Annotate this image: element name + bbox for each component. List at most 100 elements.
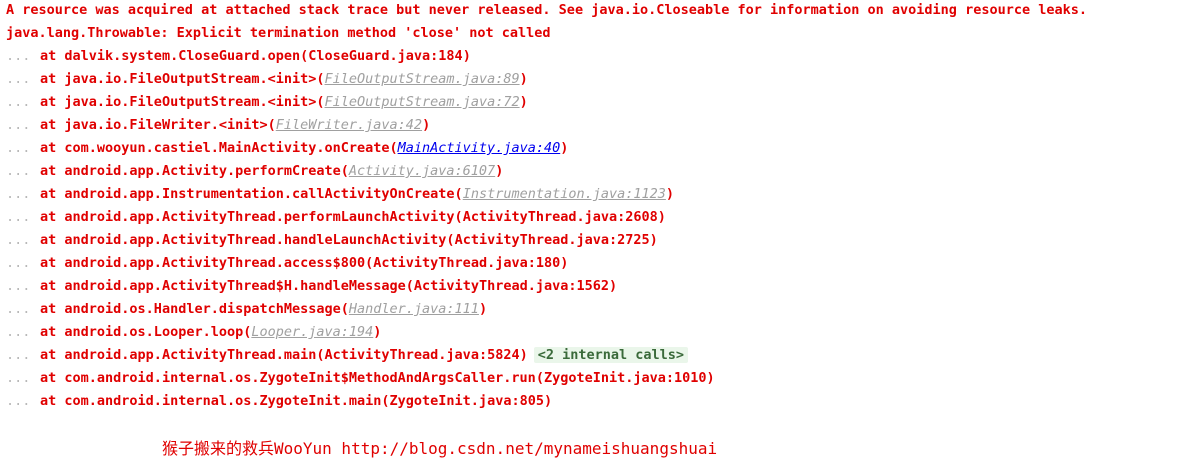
fold-marker[interactable]: ... [6,253,40,273]
source-location: ActivityThread.java:180 [373,255,561,271]
frame-open-paren: ( [340,163,349,179]
frame-open-paren: ( [405,278,414,294]
at-keyword: at [40,324,57,340]
source-location-link[interactable]: MainActivity.java:40 [398,140,561,156]
stack-frame: ... at android.app.Instrumentation.callAc… [6,184,674,204]
frame-close-paren: ) [649,232,658,248]
frame-method: java.io.FileOutputStream.<init> [64,71,317,87]
exception-message: java.lang.Throwable: Explicit terminatio… [6,25,551,41]
source-location-link[interactable]: Handler.java:111 [349,301,479,317]
at-keyword: at [40,232,57,248]
frame-open-paren: ( [316,94,325,110]
fold-marker[interactable]: ... [6,391,40,411]
stack-frame: ... at android.app.ActivityThread$H.handl… [6,276,617,296]
console-output: A resource was acquired at attached stac… [0,0,1194,420]
watermark: 猴子搬来的救兵WooYun http://blog.csdn.net/mynam… [162,439,718,458]
stack-frame: ... at java.io.FileWriter.<init>(FileWrit… [6,115,430,135]
frame-open-paren: ( [535,370,544,386]
source-location-link[interactable]: Activity.java:6107 [349,163,495,179]
fold-marker[interactable]: ... [6,230,40,250]
frame-method: com.wooyun.castiel.MainActivity.onCreate [64,140,390,156]
source-location: ActivityThread.java:2725 [454,232,650,248]
frame-close-paren: ) [519,347,528,363]
frame-open-paren: ( [446,232,455,248]
frame-method: java.io.FileOutputStream.<init> [64,94,317,110]
source-location: ZygoteInit.java:805 [389,393,544,409]
fold-marker[interactable]: ... [6,299,40,319]
internal-calls-toggle[interactable]: <2 internal calls> [533,347,689,363]
resource-leak-header: A resource was acquired at attached stac… [6,2,1087,18]
frame-open-paren: ( [389,140,398,156]
frame-method: android.app.ActivityThread.handleLaunchA… [64,232,447,248]
fold-marker[interactable]: ... [6,322,40,342]
frame-method: android.app.Instrumentation.callActivity… [64,186,455,202]
stack-frame: ... at android.app.ActivityThread.main(Ac… [6,345,689,365]
at-keyword: at [40,278,57,294]
fold-marker[interactable]: ... [6,207,40,227]
frame-close-paren: ) [478,301,488,317]
frame-method: com.android.internal.os.ZygoteInit$Metho… [64,370,536,386]
frame-close-paren: ) [495,163,504,179]
stack-frame: ... at dalvik.system.CloseGuard.open(Clos… [6,46,471,66]
fold-marker[interactable]: ... [6,115,40,135]
source-location: ActivityThread.java:2608 [462,209,658,225]
frame-close-paren: ) [373,324,382,340]
fold-marker[interactable]: ... [6,46,40,66]
stack-frame: ... at android.app.ActivityThread.perform… [6,207,666,227]
fold-marker[interactable]: ... [6,368,40,388]
fold-marker[interactable]: ... [6,276,40,296]
source-location: ActivityThread.java:1562 [413,278,609,294]
at-keyword: at [40,117,57,133]
frame-close-paren: ) [665,186,675,202]
stack-frame: ... at java.io.FileOutputStream.<init>(Fi… [6,69,528,89]
frame-close-paren: ) [519,71,528,87]
at-keyword: at [40,255,57,271]
at-keyword: at [40,347,57,363]
source-location-link[interactable]: FileOutputStream.java:72 [325,94,520,110]
frame-open-paren: ( [454,209,463,225]
frame-open-paren: ( [454,186,463,202]
frame-method: android.app.ActivityThread.access$800 [64,255,366,271]
stack-frame: ... at com.android.internal.os.ZygoteInit… [6,368,715,388]
source-location-link[interactable]: FileOutputStream.java:89 [325,71,520,87]
at-keyword: at [40,393,57,409]
source-location-link[interactable]: Instrumentation.java:1123 [463,186,666,202]
fold-marker[interactable]: ... [6,184,40,204]
frame-close-paren: ) [519,94,528,110]
frame-method: com.android.internal.os.ZygoteInit.main [64,393,382,409]
frame-close-paren: ) [560,140,569,156]
fold-marker[interactable]: ... [6,345,40,365]
frame-close-paren: ) [609,278,618,294]
stack-frame: ... at android.app.ActivityThread.access$… [6,253,568,273]
fold-marker[interactable]: ... [6,138,40,158]
frame-method: android.app.ActivityThread$H.handleMessa… [64,278,406,294]
source-location: CloseGuard.java:184 [308,48,463,64]
source-location: ZygoteInit.java:1010 [543,370,707,386]
frame-close-paren: ) [657,209,666,225]
fold-marker[interactable]: ... [6,69,40,89]
fold-marker[interactable]: ... [6,92,40,112]
frame-method: dalvik.system.CloseGuard.open [64,48,301,64]
frame-close-paren: ) [706,370,715,386]
frame-close-paren: ) [462,48,471,64]
stack-frame: ... at android.os.Looper.loop(Looper.java… [6,322,381,342]
source-location-link[interactable]: FileWriter.java:42 [276,117,422,133]
frame-open-paren: ( [340,301,349,317]
frame-open-paren: ( [381,393,390,409]
at-keyword: at [40,140,57,156]
frame-close-paren: ) [543,393,553,409]
fold-marker[interactable]: ... [6,161,40,181]
stack-frame: ... at com.wooyun.castiel.MainActivity.on… [6,138,568,158]
frame-method: android.os.Handler.dispatchMessage [64,301,341,317]
frame-method: android.app.ActivityThread.performLaunch… [64,209,455,225]
frame-close-paren: ) [422,117,431,133]
frame-method: java.io.FileWriter.<init> [64,117,268,133]
source-location-link[interactable]: Looper.java:194 [251,324,373,340]
at-keyword: at [40,71,57,87]
frame-method: android.app.ActivityThread.main [64,347,317,363]
stack-frame: ... at android.app.Activity.performCreate… [6,161,503,181]
at-keyword: at [40,94,57,110]
stack-frame: ... at com.android.internal.os.ZygoteInit… [6,391,552,411]
stack-frame: ... at android.os.Handler.dispatchMessage… [6,299,487,319]
at-keyword: at [40,163,57,179]
